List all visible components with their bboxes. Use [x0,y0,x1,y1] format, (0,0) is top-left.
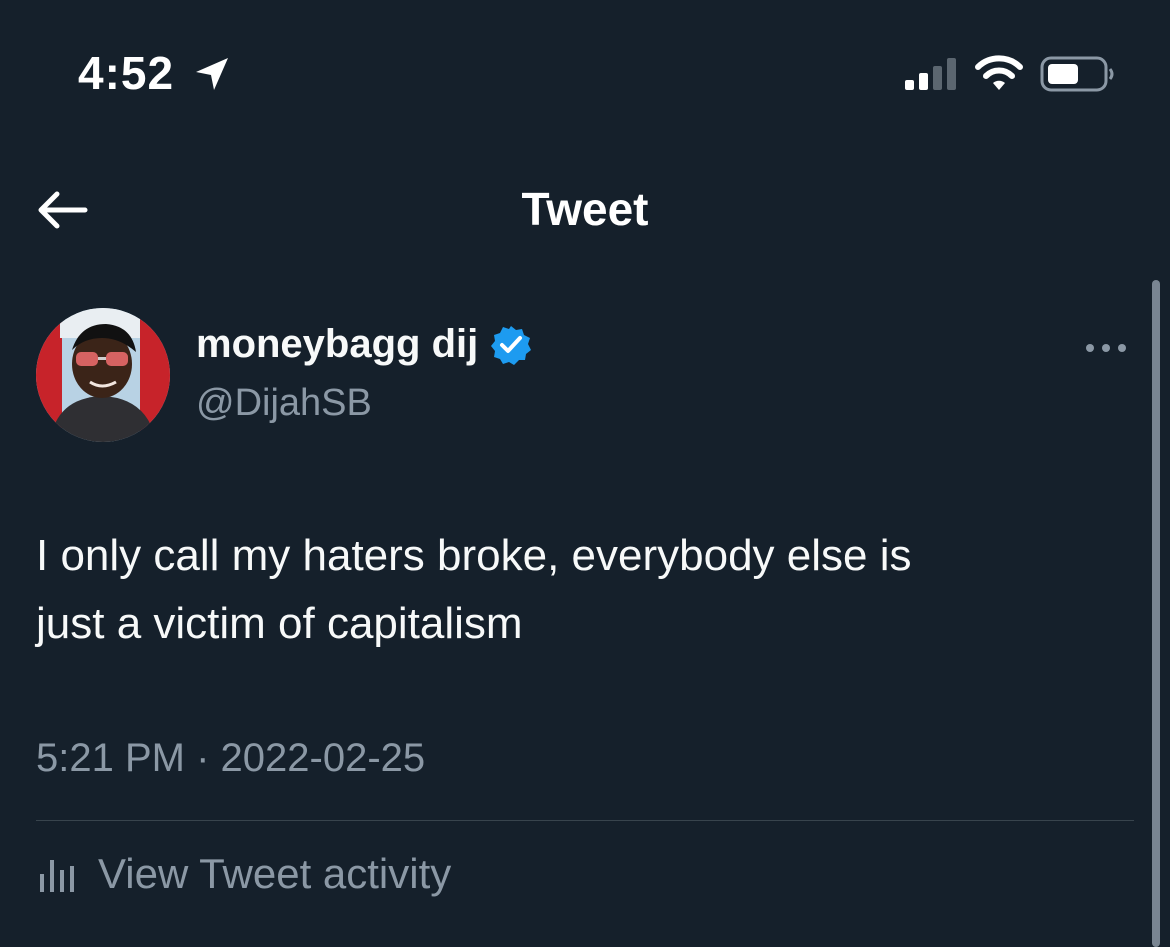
tweet-time: 5:21 PM [36,736,185,780]
author-name: moneybagg dij [196,322,479,366]
avatar[interactable] [36,308,170,442]
verified-badge-icon [491,325,532,365]
tweet-date: 2022-02-25 [220,736,426,780]
scrollbar[interactable] [1152,280,1160,947]
activity-label: View Tweet activity [98,850,452,897]
more-options-icon[interactable] [1082,334,1130,362]
cellular-signal-icon [905,58,956,90]
author-name-row[interactable]: moneybagg dij [196,322,532,367]
tweet-text-line-1: I only call my haters broke, everybody e… [36,531,912,580]
tweet-text-line-2: just a victim of capitalism [36,599,523,648]
wifi-icon [975,55,1023,90]
page-title: Tweet [521,183,649,235]
tweet-text: I only call my haters broke, everybody e… [36,522,1116,658]
battery-icon [1040,56,1114,92]
timestamp-separator: · [196,736,210,780]
status-bar: 4:52 [0,0,1170,140]
avatar-image [36,308,170,442]
status-time: 4:52 [78,47,175,99]
divider [36,820,1134,821]
bar-chart-icon [40,860,74,892]
tweet-timestamp: 5:21 PM · 2022-02-25 [36,736,425,781]
nav-header: Tweet [0,160,1170,260]
author-handle[interactable]: @DijahSB [196,382,372,425]
view-tweet-activity-button[interactable]: View Tweet activity [36,850,451,898]
location-arrow-icon [196,58,228,90]
